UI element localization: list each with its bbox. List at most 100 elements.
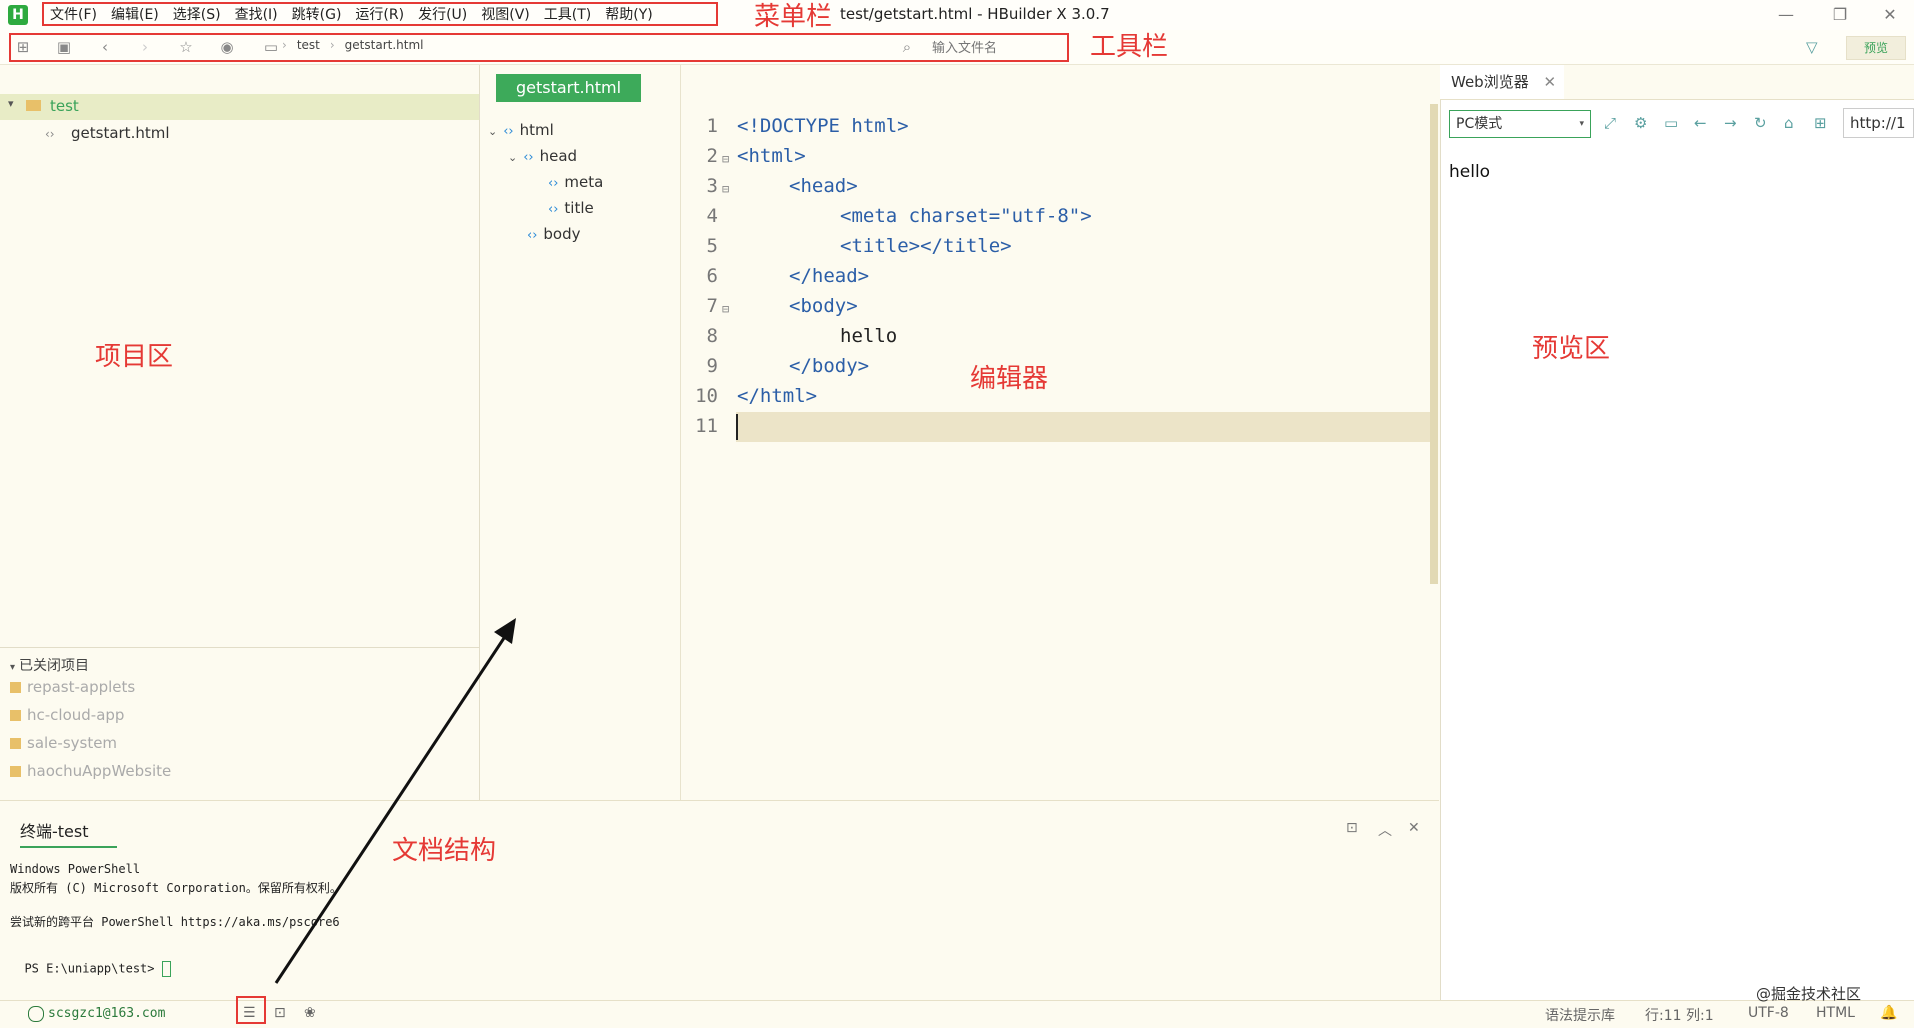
preview-tab-label: Web浏览器 — [1451, 73, 1529, 91]
line-number: 2 — [706, 145, 718, 167]
new-terminal-icon[interactable]: ⊡ — [1346, 820, 1358, 836]
maximize-icon[interactable]: ︿ — [1378, 820, 1392, 840]
account-label[interactable]: scsgzc1@163.com — [48, 1006, 165, 1021]
menu-help[interactable]: 帮助(Y) — [605, 4, 652, 24]
line-number: 4 — [706, 205, 718, 227]
project-icon — [10, 682, 21, 693]
notification-icon[interactable]: 🔔 — [1880, 1005, 1897, 1021]
closed-project-item[interactable]: haochuAppWebsite — [10, 762, 171, 780]
close-icon[interactable]: ✕ — [1543, 73, 1556, 91]
menu-tools[interactable]: 工具(T) — [544, 4, 591, 24]
device-mode-select[interactable]: PC模式 ▾ — [1449, 110, 1591, 138]
fold-toggle-icon[interactable]: ⊟ — [722, 182, 729, 196]
fold-toggle-icon[interactable]: ⊟ — [722, 152, 729, 166]
close-icon[interactable]: ✕ — [1870, 2, 1910, 28]
line-number: 3 — [706, 175, 718, 197]
breadcrumb-project[interactable]: test — [297, 38, 320, 52]
rotate-icon[interactable]: ⤢ — [1604, 114, 1616, 132]
file-search-input[interactable] — [930, 36, 1094, 60]
project-file-item[interactable]: getstart.html — [71, 124, 170, 142]
settings-icon[interactable]: ⚙ — [1634, 114, 1647, 132]
forward-icon[interactable]: › — [136, 38, 154, 56]
editor-tab[interactable]: getstart.html — [496, 74, 641, 102]
closed-projects-header[interactable]: ▾ 已关闭项目 — [10, 655, 89, 675]
url-input[interactable]: http://1 — [1843, 108, 1914, 138]
folder-icon — [10, 766, 21, 777]
console-icon[interactable]: ▭ — [1664, 114, 1678, 132]
language-label[interactable]: HTML — [1816, 1005, 1855, 1021]
outline-item-meta[interactable]: ‹› meta — [548, 173, 603, 191]
menu-bar: 文件(F) 编辑(E) 选择(S) 查找(I) 跳转(G) 运行(R) 发行(U… — [42, 2, 718, 26]
menubar-annotation: 菜单栏 — [754, 2, 833, 32]
terminal-prompt[interactable]: PS E:\uniapp\test> — [10, 947, 171, 977]
back-icon[interactable]: ← — [1694, 114, 1707, 132]
outline-item-head[interactable]: ⌄ ‹› head — [508, 147, 577, 165]
line-number: 6 — [706, 265, 718, 287]
line-number: 5 — [706, 235, 718, 257]
refresh-icon[interactable]: ↻ — [1754, 114, 1767, 132]
line-number: 10 — [695, 385, 718, 407]
menu-goto[interactable]: 跳转(G) — [292, 4, 342, 24]
forward-icon[interactable]: → — [1724, 114, 1737, 132]
editor-scrollbar[interactable] — [1430, 104, 1438, 584]
toolbar-annotation: 工具栏 — [1090, 32, 1169, 62]
save-icon[interactable]: ▣ — [55, 38, 73, 56]
outline-item-html[interactable]: ⌄ ‹› html — [488, 121, 554, 139]
restore-icon[interactable]: ❐ — [1820, 2, 1860, 28]
folder-icon: ▭ — [263, 38, 279, 56]
code-line: </html> — [737, 385, 818, 407]
preview-annotation: 预览区 — [1532, 334, 1611, 364]
menu-edit[interactable]: 编辑(E) — [111, 4, 159, 24]
plugin-icon[interactable]: ❀ — [304, 1005, 316, 1021]
breadcrumb: › test › getstart.html — [282, 38, 424, 52]
terminal-panel — [0, 800, 1439, 1001]
menu-run[interactable]: 运行(R) — [355, 4, 404, 24]
closed-project-item[interactable]: hc-cloud-app — [10, 706, 124, 724]
line-number: 9 — [706, 355, 718, 377]
terminal-toggle-icon[interactable]: ⊡ — [274, 1005, 286, 1021]
editor-annotation: 编辑器 — [970, 364, 1049, 394]
star-icon[interactable]: ☆ — [177, 38, 195, 56]
encoding-label[interactable]: UTF-8 — [1748, 1005, 1789, 1021]
terminal-line: 版权所有 (C) Microsoft Corporation。保留所有权利。 — [10, 881, 342, 895]
code-line: <body> — [789, 295, 858, 317]
menu-file[interactable]: 文件(F) — [50, 4, 97, 24]
minimize-icon[interactable]: — — [1766, 2, 1806, 28]
current-line-highlight — [736, 412, 1431, 442]
folder-icon — [26, 100, 41, 111]
breadcrumb-file[interactable]: getstart.html — [345, 38, 424, 52]
divider — [0, 647, 479, 648]
line-number: 8 — [706, 325, 718, 347]
window-title: test/getstart.html - HBuilder X 3.0.7 — [840, 5, 1110, 23]
preview-tab[interactable]: Web浏览器 ✕ — [1440, 65, 1564, 99]
menu-publish[interactable]: 发行(U) — [418, 4, 467, 24]
run-icon[interactable]: ◉ — [218, 38, 236, 56]
closed-project-item[interactable]: repast-applets — [10, 678, 135, 696]
expand-chevron-icon[interactable]: ▾ — [8, 97, 14, 110]
terminal-cursor — [161, 961, 171, 977]
fold-toggle-icon[interactable]: ⊟ — [722, 302, 729, 316]
terminal-tab[interactable]: 终端-test — [20, 818, 117, 848]
menu-view[interactable]: 视图(V) — [481, 4, 530, 24]
new-file-icon[interactable]: ⊞ — [14, 38, 32, 56]
filter-icon[interactable]: ▽ — [1806, 38, 1818, 56]
code-line: <head> — [789, 175, 858, 197]
preview-button[interactable]: 预览 — [1846, 36, 1906, 60]
menu-select[interactable]: 选择(S) — [173, 4, 221, 24]
project-icon — [10, 710, 21, 721]
back-icon[interactable]: ‹ — [96, 38, 114, 56]
menu-find[interactable]: 查找(I) — [235, 4, 278, 24]
closed-project-item[interactable]: sale-system — [10, 734, 117, 752]
close-terminal-icon[interactable]: ✕ — [1408, 820, 1420, 836]
project-root-label[interactable]: test — [50, 97, 79, 115]
qrcode-icon[interactable]: ⊞ — [1814, 114, 1827, 132]
outline-item-body[interactable]: ‹› body — [527, 225, 581, 243]
outline-toggle-icon[interactable]: ☰ — [243, 1005, 256, 1021]
syntax-library-button[interactable]: 语法提示库 — [1545, 1005, 1615, 1025]
outline-item-title[interactable]: ‹› title — [548, 199, 594, 217]
dropdown-icon: ▾ — [1579, 119, 1584, 129]
app-logo-icon: H — [8, 5, 28, 25]
lock-icon[interactable]: ⌂ — [1784, 114, 1794, 132]
cursor-position[interactable]: 行:11 列:1 — [1645, 1005, 1714, 1025]
code-line: <title></title> — [840, 235, 1012, 257]
